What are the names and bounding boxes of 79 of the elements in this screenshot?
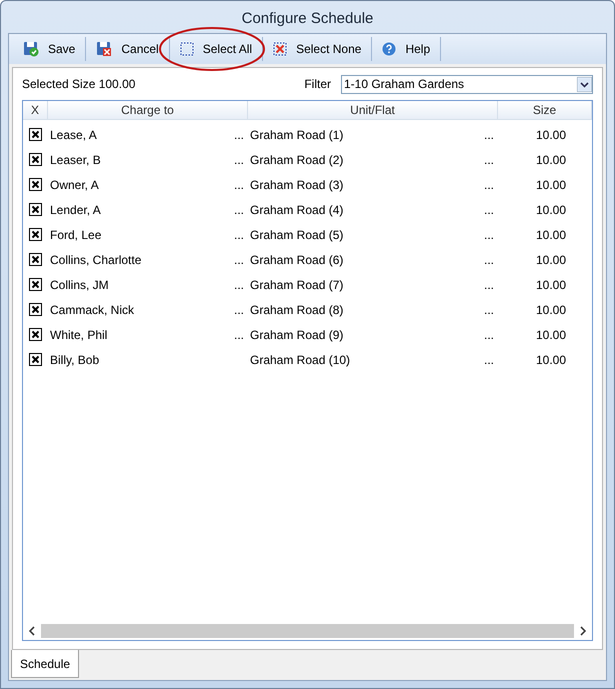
table-cell: Owner, A <box>50 178 99 192</box>
column-header[interactable]: Unit/Flat <box>248 101 498 119</box>
table-cell: 10.00 <box>536 202 566 216</box>
ellipsis-button[interactable]: ... <box>234 278 244 292</box>
table-cell: Graham Road (2) <box>250 152 344 166</box>
table-cell: Graham Road (4) <box>250 202 344 216</box>
selected-size-label: Selected Size 100.00 <box>22 77 136 91</box>
ellipsis-button[interactable]: ... <box>484 228 494 242</box>
table-cell: 10.00 <box>536 152 566 166</box>
table-cell: 10.00 <box>536 228 566 242</box>
table-cell: Graham Road (3) <box>250 178 344 192</box>
ellipsis-button[interactable]: ... <box>484 128 494 142</box>
help-button[interactable]: Help <box>374 36 438 62</box>
row-checkbox[interactable] <box>29 203 42 216</box>
table-cell: Graham Road (1) <box>250 128 344 142</box>
help-icon <box>382 42 396 56</box>
row-checkbox[interactable] <box>29 303 42 316</box>
table-cell: Graham Road (8) <box>250 302 344 316</box>
filter-label: Filter <box>304 77 331 91</box>
ellipsis-button[interactable]: ... <box>484 328 494 342</box>
ellipsis-button[interactable]: ... <box>484 278 494 292</box>
column-header[interactable]: X <box>23 101 48 119</box>
row-checkbox[interactable] <box>29 178 42 191</box>
row-checkbox[interactable] <box>29 328 42 341</box>
scrollbar-thumb[interactable] <box>41 624 574 638</box>
column-header[interactable]: Charge to <box>48 101 248 119</box>
floppy-cross-icon <box>96 41 112 57</box>
ellipsis-button[interactable]: ... <box>484 252 494 266</box>
ellipsis-button[interactable]: ... <box>234 152 244 166</box>
row-checkbox[interactable] <box>29 228 42 241</box>
ellipsis-button[interactable]: ... <box>484 178 494 192</box>
window-title: Configure Schedule <box>240 9 374 29</box>
table-cell: Collins, JM <box>50 278 109 292</box>
ellipsis-button[interactable]: ... <box>484 152 494 166</box>
ellipsis-button[interactable]: ... <box>484 202 494 216</box>
table-cell: 10.00 <box>536 352 566 366</box>
save-button[interactable]: Save <box>15 36 84 62</box>
table-cell: 10.00 <box>536 278 566 292</box>
ellipsis-button[interactable]: ... <box>234 328 244 342</box>
table-cell: Lender, A <box>50 202 101 216</box>
table-cell: Graham Road (10) <box>250 352 350 366</box>
floppy-check-icon <box>23 41 39 57</box>
ellipsis-button[interactable]: ... <box>484 352 494 366</box>
ellipsis-button[interactable]: ... <box>234 128 244 142</box>
ellipsis-button[interactable]: ... <box>234 228 244 242</box>
table-cell: Graham Road (5) <box>250 228 344 242</box>
row-checkbox[interactable] <box>29 278 42 291</box>
row-checkbox[interactable] <box>29 253 42 266</box>
table-cell: Ford, Lee <box>50 228 102 242</box>
table-cell: Billy, Bob <box>50 352 100 366</box>
dropdown-caret-icon <box>577 76 592 92</box>
ellipsis-button[interactable]: ... <box>234 178 244 192</box>
column-header[interactable]: Size <box>498 101 592 119</box>
ellipsis-button[interactable]: ... <box>234 302 244 316</box>
table-cell: Lease, A <box>50 128 97 142</box>
table-cell: White, Phil <box>50 328 108 342</box>
dashed-square-icon <box>180 42 194 56</box>
tab[interactable]: Schedule <box>11 650 80 678</box>
table-cell: Graham Road (7) <box>250 278 344 292</box>
ellipsis-button[interactable]: ... <box>234 252 244 266</box>
cancel-button[interactable]: Cancel <box>88 36 167 62</box>
table-cell: 10.00 <box>536 302 566 316</box>
table-cell: Leaser, B <box>50 152 101 166</box>
ellipsis-button[interactable]: ... <box>234 202 244 216</box>
table-cell: 10.00 <box>536 178 566 192</box>
filter-dropdown[interactable]: 1-10 Graham Gardens <box>341 74 593 94</box>
select-none-button[interactable]: Select None <box>265 36 370 62</box>
row-checkbox[interactable] <box>29 353 42 366</box>
table-cell: 10.00 <box>536 328 566 342</box>
table-cell: Graham Road (6) <box>250 252 344 266</box>
ellipsis-button[interactable]: ... <box>484 302 494 316</box>
row-checkbox[interactable] <box>29 153 42 166</box>
table-cell: Cammack, Nick <box>50 302 134 316</box>
table-cell: 10.00 <box>536 252 566 266</box>
table-cell: Collins, Charlotte <box>50 252 142 266</box>
table-cell: Graham Road (9) <box>250 328 344 342</box>
row-checkbox[interactable] <box>29 128 42 141</box>
dashed-square-cross-icon <box>273 42 288 56</box>
table-cell: 10.00 <box>536 128 566 142</box>
